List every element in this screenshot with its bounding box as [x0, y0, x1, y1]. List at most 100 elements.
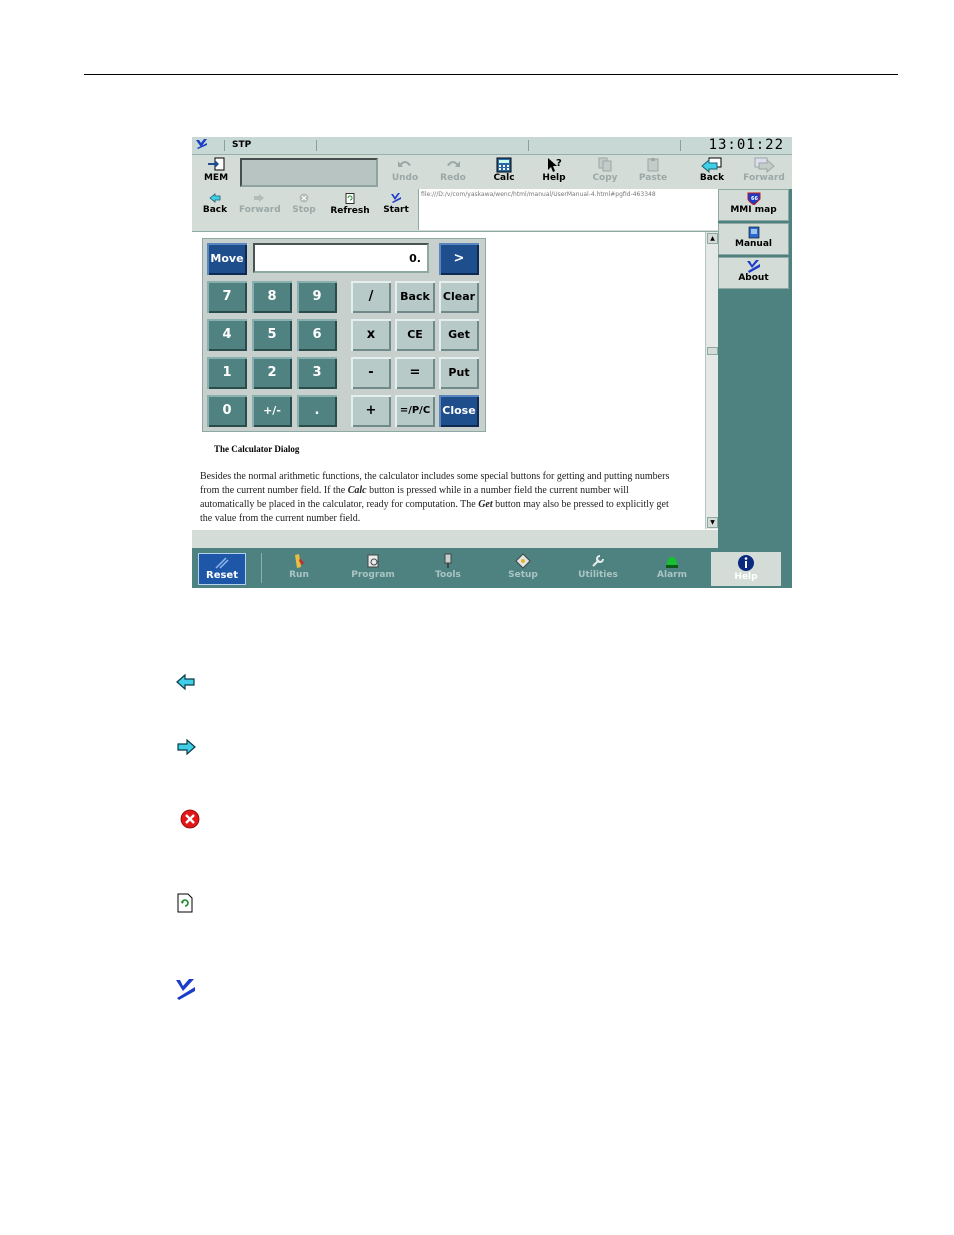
mmi-map-label: MMI map	[730, 205, 777, 215]
svg-text:?: ?	[556, 158, 562, 169]
start-logo-icon	[391, 193, 401, 203]
copy-button[interactable]: Copy	[583, 157, 627, 187]
run-button[interactable]: Run	[268, 553, 330, 586]
header-rule	[84, 74, 898, 75]
tools-icon	[444, 553, 452, 568]
put-key[interactable]: Put	[439, 357, 479, 389]
svg-text:66: 66	[751, 196, 758, 202]
program-button[interactable]: Program	[342, 553, 404, 586]
clear-key[interactable]: Clear	[439, 281, 479, 313]
copy-icon	[598, 157, 612, 172]
move-button[interactable]: Move	[207, 243, 247, 275]
vertical-scrollbar[interactable]: ▲ ▼	[705, 232, 718, 529]
ce-key[interactable]: CE	[395, 319, 435, 351]
help-button[interactable]: ? Help	[532, 157, 576, 187]
stop-icon	[299, 193, 309, 203]
program-icon	[367, 554, 379, 568]
key-8[interactable]: 8	[252, 281, 292, 313]
help-tab-button[interactable]: Help	[711, 552, 781, 586]
help-label: Help	[542, 173, 566, 183]
key-0[interactable]: 0	[207, 395, 247, 427]
key-3[interactable]: 3	[297, 357, 337, 389]
horizontal-strip	[192, 530, 718, 548]
key-multiply[interactable]: x	[351, 319, 391, 351]
paste-label: Paste	[638, 173, 668, 183]
browser-forward-button[interactable]: Forward	[239, 193, 281, 215]
setup-icon	[515, 553, 531, 569]
status-separator	[316, 140, 317, 151]
key-2[interactable]: 2	[252, 357, 292, 389]
paste-icon	[647, 158, 659, 172]
get-term: Get	[478, 499, 493, 510]
scroll-down-icon[interactable]: ▼	[707, 517, 718, 528]
calculator-icon	[496, 157, 512, 173]
alarm-light-icon	[666, 557, 678, 568]
key-4[interactable]: 4	[207, 319, 247, 351]
key-subtract[interactable]: -	[351, 357, 391, 389]
clock-display: 13:01:22	[708, 137, 784, 153]
browser-refresh-label: Refresh	[330, 206, 370, 216]
setup-button[interactable]: Setup	[492, 553, 554, 586]
url-field[interactable]: file:///D:/v/com/yaskawa/wenc/html/manua…	[418, 189, 718, 230]
reset-button[interactable]: Reset	[198, 553, 246, 585]
manual-book-icon	[748, 226, 759, 239]
equals-key[interactable]: =	[395, 357, 435, 389]
toolbar-forward-label: Forward	[743, 173, 785, 183]
tools-label: Tools	[435, 570, 461, 580]
calc-label: Calc	[493, 173, 515, 183]
paste-button[interactable]: Paste	[631, 157, 675, 187]
toolbar-forward-button[interactable]: Forward	[742, 157, 786, 187]
browser-start-button[interactable]: Start	[376, 193, 416, 215]
browser-back-button[interactable]: Back	[195, 193, 235, 215]
redo-button[interactable]: Redo	[431, 157, 475, 187]
mem-label: MEM	[203, 173, 229, 183]
key-divide[interactable]: /	[351, 281, 391, 313]
arrow-button[interactable]: >	[439, 243, 479, 275]
redo-label: Redo	[440, 173, 466, 183]
key-1[interactable]: 1	[207, 357, 247, 389]
manual-button[interactable]: Manual	[718, 223, 789, 255]
program-label: Program	[351, 570, 395, 580]
key-6[interactable]: 6	[297, 319, 337, 351]
scroll-thumb[interactable]	[707, 347, 718, 355]
mem-button[interactable]: MEM	[194, 157, 238, 187]
tools-button[interactable]: Tools	[417, 553, 479, 586]
key-5[interactable]: 5	[252, 319, 292, 351]
undo-button[interactable]: Undo	[383, 157, 427, 187]
mmi-map-button[interactable]: 66 MMI map	[718, 189, 789, 221]
calc-term: Calc	[347, 485, 367, 496]
get-key[interactable]: Get	[439, 319, 479, 351]
run-label: Run	[289, 570, 309, 580]
browser-back-label: Back	[202, 205, 228, 215]
percent-key[interactable]: =/P/C	[395, 395, 435, 427]
alarm-button[interactable]: Alarm	[641, 553, 703, 586]
copy-label: Copy	[592, 173, 618, 183]
close-key[interactable]: Close	[439, 395, 479, 427]
toolbar-back-button[interactable]: Back	[690, 157, 734, 187]
hmi-screenshot: STP 13:01:22 MEM Undo Redo Calc ? Help C…	[192, 137, 792, 588]
bottom-separator	[261, 553, 262, 583]
mode-indicator: STP	[232, 140, 252, 150]
manual-content: Move 0. > 7 8 9 4 5 6 1 2 3 0 +/- . / x …	[192, 232, 718, 548]
body-paragraph: Besides the normal arithmetic functions,…	[200, 470, 670, 526]
about-button[interactable]: About	[718, 257, 789, 289]
key-9[interactable]: 9	[297, 281, 337, 313]
scroll-up-icon[interactable]: ▲	[707, 233, 718, 244]
key-add[interactable]: +	[351, 395, 391, 427]
utilities-button[interactable]: Utilities	[567, 553, 629, 586]
browser-stop-button[interactable]: Stop	[284, 193, 324, 215]
stop-icon	[180, 809, 200, 834]
calc-button[interactable]: Calc	[482, 157, 526, 187]
key-plus-minus[interactable]: +/-	[252, 395, 292, 427]
key-7[interactable]: 7	[207, 281, 247, 313]
calculator-display: 0.	[253, 243, 429, 273]
help-cursor-icon: ?	[548, 158, 562, 172]
browser-refresh-button[interactable]: Refresh	[328, 193, 372, 216]
back-key[interactable]: Back	[395, 281, 435, 313]
main-toolbar: MEM Undo Redo Calc ? Help Copy Paste Bac…	[192, 155, 792, 190]
browser-start-label: Start	[383, 205, 409, 215]
key-decimal[interactable]: .	[297, 395, 337, 427]
bottom-function-bar: Reset Run Program Tools Setup Utilities …	[192, 549, 792, 588]
run-icon	[295, 554, 304, 568]
setup-label: Setup	[508, 570, 538, 580]
